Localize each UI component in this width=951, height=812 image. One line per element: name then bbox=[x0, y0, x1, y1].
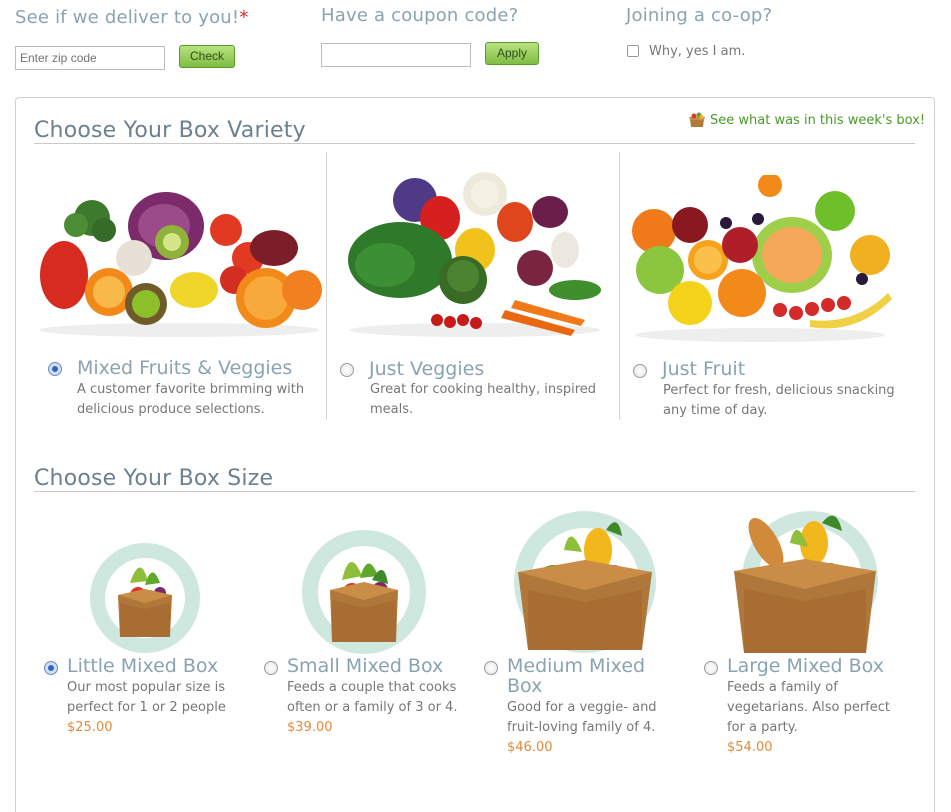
variety-divider bbox=[34, 143, 915, 144]
size-radio-medium[interactable] bbox=[484, 661, 498, 675]
size-price-little: $25.00 bbox=[67, 720, 113, 735]
mixed-produce-photo bbox=[34, 180, 324, 340]
coop-checkbox[interactable] bbox=[627, 45, 639, 57]
apply-button[interactable]: Apply bbox=[485, 42, 539, 65]
required-mark: * bbox=[239, 7, 249, 28]
coupon-section: Have a coupon code? bbox=[321, 5, 518, 26]
this-week-box-link[interactable]: See what was in this week's box! bbox=[688, 112, 925, 128]
size-radio-little[interactable] bbox=[44, 661, 58, 675]
size-divider bbox=[34, 491, 915, 492]
variety-title-fruit[interactable]: Just Fruit bbox=[662, 358, 745, 380]
coop-checkbox-label: Why, yes I am. bbox=[649, 44, 746, 59]
variety-desc-mixed-1: A customer favorite brimming with bbox=[77, 382, 305, 397]
size-desc-large-2: vegetarians. Also perfect bbox=[727, 700, 890, 715]
variety-radio-fruit[interactable] bbox=[633, 364, 647, 378]
variety-desc-veggies-2: meals. bbox=[370, 402, 414, 417]
coop-section: Joining a co-op? bbox=[626, 5, 772, 26]
check-button[interactable]: Check bbox=[179, 45, 235, 68]
variety-column-divider-2 bbox=[619, 152, 620, 420]
variety-desc-fruit-2: any time of day. bbox=[663, 403, 768, 418]
variety-column-divider-1 bbox=[326, 152, 327, 420]
coupon-title: Have a coupon code? bbox=[321, 5, 519, 26]
small-box-illustration bbox=[302, 530, 426, 654]
little-box-illustration bbox=[90, 543, 200, 653]
size-title-medium-1[interactable]: Medium Mixed bbox=[507, 655, 645, 677]
variety-radio-veggies[interactable] bbox=[340, 363, 354, 377]
large-box-illustration bbox=[730, 507, 880, 657]
size-desc-little-1: Our most popular size is bbox=[67, 680, 226, 695]
size-desc-large-1: Feeds a family of bbox=[727, 680, 838, 695]
medium-box-illustration bbox=[514, 510, 656, 656]
delivery-title: See if we deliver to you!* bbox=[15, 7, 249, 28]
size-desc-small-2: often or a family of 3 or 4. bbox=[287, 700, 458, 715]
zip-code-input[interactable] bbox=[15, 46, 165, 70]
coupon-code-input[interactable] bbox=[321, 43, 471, 67]
coop-title: Joining a co-op? bbox=[626, 5, 773, 26]
vegetables-photo bbox=[345, 170, 607, 340]
variety-desc-veggies-1: Great for cooking healthy, inspired bbox=[370, 382, 597, 397]
variety-desc-fruit-1: Perfect for fresh, delicious snacking bbox=[663, 383, 895, 398]
size-desc-small-1: Feeds a couple that cooks bbox=[287, 680, 457, 695]
variety-heading: Choose Your Box Variety bbox=[34, 118, 306, 143]
size-price-large: $54.00 bbox=[727, 740, 773, 755]
size-title-small[interactable]: Small Mixed Box bbox=[287, 655, 443, 677]
size-desc-medium-1: Good for a veggie- and bbox=[507, 700, 657, 715]
size-desc-little-2: perfect for 1 or 2 people bbox=[67, 700, 226, 715]
produce-box-icon bbox=[688, 112, 706, 128]
variety-desc-mixed-2: delicious produce selections. bbox=[77, 402, 265, 417]
size-title-large[interactable]: Large Mixed Box bbox=[727, 655, 884, 677]
size-price-medium: $46.00 bbox=[507, 740, 553, 755]
size-heading: Choose Your Box Size bbox=[34, 466, 274, 491]
this-week-box-text: See what was in this week's box! bbox=[710, 112, 926, 128]
size-radio-large[interactable] bbox=[704, 661, 718, 675]
size-price-small: $39.00 bbox=[287, 720, 333, 735]
size-desc-medium-2: fruit-loving family of 4. bbox=[507, 720, 656, 735]
size-desc-large-3: for a party. bbox=[727, 720, 798, 735]
variety-radio-mixed[interactable] bbox=[48, 362, 62, 376]
size-radio-small[interactable] bbox=[264, 661, 278, 675]
variety-title-veggies[interactable]: Just Veggies bbox=[369, 358, 484, 380]
variety-title-mixed[interactable]: Mixed Fruits & Veggies bbox=[77, 357, 292, 379]
fruit-photo bbox=[630, 173, 892, 345]
size-title-little[interactable]: Little Mixed Box bbox=[67, 655, 218, 677]
delivery-section: See if we deliver to you!* bbox=[15, 7, 249, 28]
size-title-medium-2[interactable]: Box bbox=[507, 675, 542, 697]
delivery-title-text: See if we deliver to you! bbox=[15, 7, 240, 28]
